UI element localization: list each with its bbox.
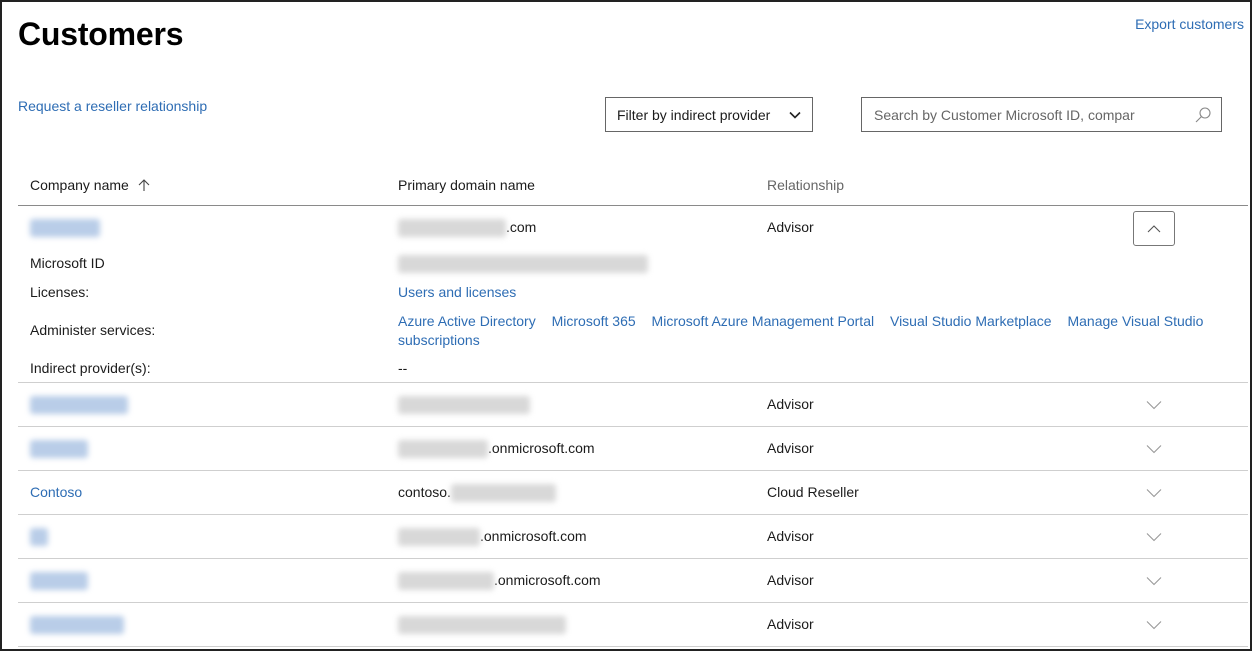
redacted-domain — [398, 572, 494, 591]
redacted-domain — [398, 440, 488, 459]
redacted-company-name[interactable] — [30, 572, 88, 591]
filter-indirect-provider-dropdown[interactable]: Filter by indirect provider — [605, 97, 813, 132]
search-input[interactable] — [862, 98, 1182, 131]
redacted-company-name[interactable] — [30, 616, 124, 635]
redacted-domain — [398, 396, 530, 415]
column-header-primary-domain[interactable]: Primary domain name — [398, 177, 535, 193]
table-row[interactable]: Advisor — [18, 603, 1248, 647]
table-row[interactable]: Advisor — [18, 383, 1248, 427]
company-name-cell[interactable] — [30, 528, 48, 547]
relationship: Advisor — [767, 528, 814, 544]
request-reseller-relationship-link[interactable]: Request a reseller relationship — [18, 98, 207, 114]
table-body: Advisor .onmicrosoft.com Advisor Contoso… — [18, 383, 1248, 647]
chevron-down-icon[interactable] — [1146, 400, 1162, 410]
chevron-up-icon — [1147, 224, 1161, 232]
page-title: Customers — [18, 16, 184, 52]
redacted-domain — [450, 484, 556, 503]
filter-label: Filter by indirect provider — [617, 106, 771, 123]
primary-domain — [398, 616, 566, 635]
primary-domain: .onmicrosoft.com — [398, 528, 587, 547]
relationship: Cloud Reseller — [767, 484, 859, 500]
collapse-row-button[interactable] — [1133, 211, 1175, 246]
chevron-down-icon[interactable] — [1146, 576, 1162, 586]
indirect-providers-value: -- — [398, 360, 408, 376]
relationship: Advisor — [767, 572, 814, 588]
customers-table: Company name Primary domain name Relatio… — [18, 165, 1248, 647]
company-name-cell[interactable]: Contoso — [30, 484, 82, 500]
chevron-down-icon — [789, 111, 801, 119]
redacted-microsoft-id — [398, 255, 648, 274]
azure-management-portal-link[interactable]: Microsoft Azure Management Portal — [652, 313, 875, 329]
chevron-down-icon[interactable] — [1146, 620, 1162, 630]
redacted-company-name — [30, 219, 100, 238]
company-name-link[interactable]: Contoso — [30, 484, 82, 500]
table-row[interactable]: .onmicrosoft.com Advisor — [18, 559, 1248, 603]
redacted-domain — [398, 616, 566, 635]
relationship: Advisor — [767, 440, 814, 456]
primary-domain: .onmicrosoft.com — [398, 572, 601, 591]
relationship: Advisor — [767, 396, 814, 412]
company-name-link[interactable] — [30, 219, 100, 238]
indirect-providers-label: Indirect provider(s): — [30, 360, 151, 376]
relationship: Advisor — [767, 219, 814, 235]
table-header: Company name Primary domain name Relatio… — [18, 165, 1248, 206]
company-name-cell[interactable] — [30, 440, 88, 459]
primary-domain: contoso. — [398, 484, 556, 503]
company-name-cell[interactable] — [30, 396, 128, 415]
table-row[interactable]: Contoso contoso. Cloud Reseller — [18, 471, 1248, 515]
column-header-relationship[interactable]: Relationship — [767, 177, 844, 193]
redacted-company-name[interactable] — [30, 396, 128, 415]
chevron-down-icon[interactable] — [1146, 488, 1162, 498]
microsoft-id-value — [398, 255, 648, 274]
azure-active-directory-link[interactable]: Azure Active Directory — [398, 313, 536, 329]
search-icon[interactable] — [1194, 106, 1212, 124]
company-name-cell[interactable] — [30, 572, 88, 591]
column-header-company-name[interactable]: Company name — [30, 177, 151, 193]
relationship: Advisor — [767, 616, 814, 632]
arrow-up-icon — [138, 179, 150, 191]
administer-services-links: Azure Active Directory Microsoft 365 Mic… — [398, 312, 1218, 350]
company-name-cell[interactable] — [30, 616, 124, 635]
primary-domain: .onmicrosoft.com — [398, 440, 595, 459]
export-customers-link[interactable]: Export customers — [1135, 16, 1244, 32]
chevron-down-icon[interactable] — [1146, 532, 1162, 542]
redacted-domain — [398, 528, 480, 547]
table-row[interactable]: .onmicrosoft.com Advisor — [18, 427, 1248, 471]
microsoft-id-label: Microsoft ID — [30, 255, 105, 271]
administer-services-label: Administer services: — [30, 322, 156, 338]
microsoft-365-link[interactable]: Microsoft 365 — [552, 313, 636, 329]
licenses-label: Licenses: — [30, 284, 90, 300]
primary-domain — [398, 396, 530, 415]
table-row-expanded: .com Advisor Microsoft ID Licenses: User… — [18, 206, 1248, 383]
table-row[interactable]: .onmicrosoft.com Advisor — [18, 515, 1248, 559]
users-and-licenses-link[interactable]: Users and licenses — [398, 284, 516, 300]
primary-domain: .com — [398, 219, 536, 238]
redacted-company-name[interactable] — [30, 528, 48, 547]
chevron-down-icon[interactable] — [1146, 444, 1162, 454]
redacted-domain — [398, 219, 506, 238]
visual-studio-marketplace-link[interactable]: Visual Studio Marketplace — [890, 313, 1052, 329]
redacted-company-name[interactable] — [30, 440, 88, 459]
search-box[interactable] — [861, 97, 1222, 132]
